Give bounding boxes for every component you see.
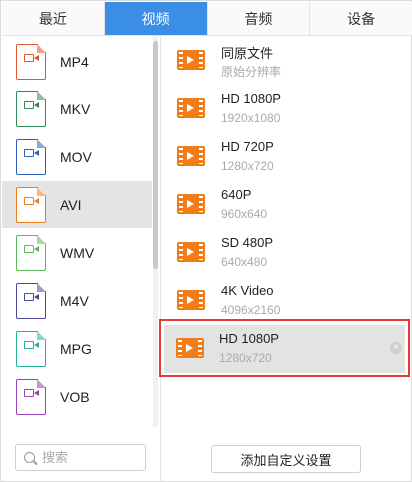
tab-recent[interactable]: 最近 — [2, 2, 105, 35]
video-format-file-icon: MOV — [16, 139, 46, 175]
format-label: MP4 — [60, 53, 89, 70]
format-tag: MKV — [19, 115, 43, 124]
format-picker-panel: 最近 视频 音频 设备 MP4 MP4 MKV MKV MOV MOV AVI AVI WMV W… — [0, 0, 412, 482]
add-custom-setting-button[interactable]: 添加自定义设置 — [211, 445, 361, 473]
format-item-vob[interactable]: VOB VOB — [2, 373, 152, 420]
video-file-icon — [177, 240, 205, 264]
preset-name: 4K Video — [221, 283, 274, 298]
video-format-file-icon: MKV — [16, 91, 46, 127]
format-item-avi[interactable]: AVI AVI — [2, 181, 152, 228]
preset-name: HD 720P — [221, 139, 274, 154]
preset-resolution: 原始分辨率 — [221, 65, 282, 79]
video-file-icon — [176, 336, 204, 360]
preset-item[interactable]: 4K Video 4096x2160 — [163, 277, 409, 325]
custom-preset-resolution: 1280x720 — [219, 351, 272, 365]
video-file-icon — [177, 288, 205, 312]
video-format-file-icon: AVI — [16, 187, 46, 223]
preset-name: 640P — [221, 187, 252, 202]
video-file-icon — [177, 48, 205, 72]
video-format-file-icon: VOB — [16, 379, 46, 415]
search-icon — [24, 452, 35, 463]
search-input[interactable] — [42, 450, 137, 465]
format-item-wmv[interactable]: WMV WMV — [2, 229, 152, 276]
format-tag: MP4 — [19, 68, 43, 77]
format-tag: MPG — [19, 355, 43, 364]
format-item-mpg[interactable]: MPG MPG — [2, 325, 152, 372]
video-file-icon — [177, 192, 205, 216]
preset-resolution: 960x640 — [221, 207, 268, 221]
format-list-scroll-thumb[interactable] — [153, 41, 158, 269]
custom-preset-highlighted[interactable]: HD 1080P 1280x720 × — [159, 319, 410, 377]
category-tabs: 最近 视频 音频 设备 — [2, 2, 412, 36]
format-item-m4v[interactable]: M4V M4V — [2, 277, 152, 324]
search-box[interactable] — [15, 444, 146, 471]
format-item-mp4[interactable]: MP4 MP4 — [2, 38, 152, 85]
format-item-mov[interactable]: MOV MOV — [2, 133, 152, 180]
format-label: WMV — [60, 244, 95, 261]
tab-device[interactable]: 设备 — [310, 2, 412, 35]
format-label: AVI — [60, 196, 82, 213]
format-label: VOB — [60, 388, 90, 405]
preset-item[interactable]: 640P 960x640 — [163, 181, 409, 229]
format-tag: WMV — [19, 259, 43, 268]
format-tag: M4V — [19, 307, 43, 316]
video-format-file-icon: MP4 — [16, 44, 46, 80]
video-format-file-icon: WMV — [16, 235, 46, 271]
format-item-mkv[interactable]: MKV MKV — [2, 85, 152, 132]
format-tag: MOV — [19, 163, 43, 172]
format-label: MOV — [60, 148, 92, 165]
tab-audio[interactable]: 音频 — [208, 2, 311, 35]
preset-resolution: 4096x2160 — [221, 303, 281, 317]
format-tag: AVI — [19, 211, 43, 220]
format-label: MPG — [60, 340, 92, 357]
format-label: MKV — [60, 100, 91, 117]
video-format-file-icon: MPG — [16, 331, 46, 367]
custom-preset-name: HD 1080P — [219, 331, 279, 346]
preset-name: HD 1080P — [221, 91, 281, 106]
format-tag: VOB — [19, 403, 43, 412]
video-file-icon — [177, 144, 205, 168]
preset-item[interactable]: HD 720P 1280x720 — [163, 133, 409, 181]
video-file-icon — [177, 96, 205, 120]
preset-name: 同原文件 — [221, 46, 274, 61]
remove-preset-icon[interactable]: × — [390, 342, 402, 354]
preset-item[interactable]: 同原文件 原始分辨率 — [163, 37, 409, 85]
preset-item[interactable]: HD 1080P 1920x1080 — [163, 85, 409, 133]
preset-name: SD 480P — [221, 235, 274, 250]
tab-video[interactable]: 视频 — [104, 2, 208, 35]
format-label: M4V — [60, 292, 89, 309]
panel-divider — [160, 37, 161, 482]
preset-resolution: 640x480 — [221, 255, 268, 269]
preset-item[interactable]: SD 480P 640x480 — [163, 229, 409, 277]
preset-resolution: 1280x720 — [221, 159, 274, 173]
format-list: MP4 MP4 MKV MKV MOV MOV AVI AVI WMV WMV M4V M4V MPG M… — [2, 37, 158, 427]
video-format-file-icon: M4V — [16, 283, 46, 319]
preset-resolution: 1920x1080 — [221, 111, 281, 125]
